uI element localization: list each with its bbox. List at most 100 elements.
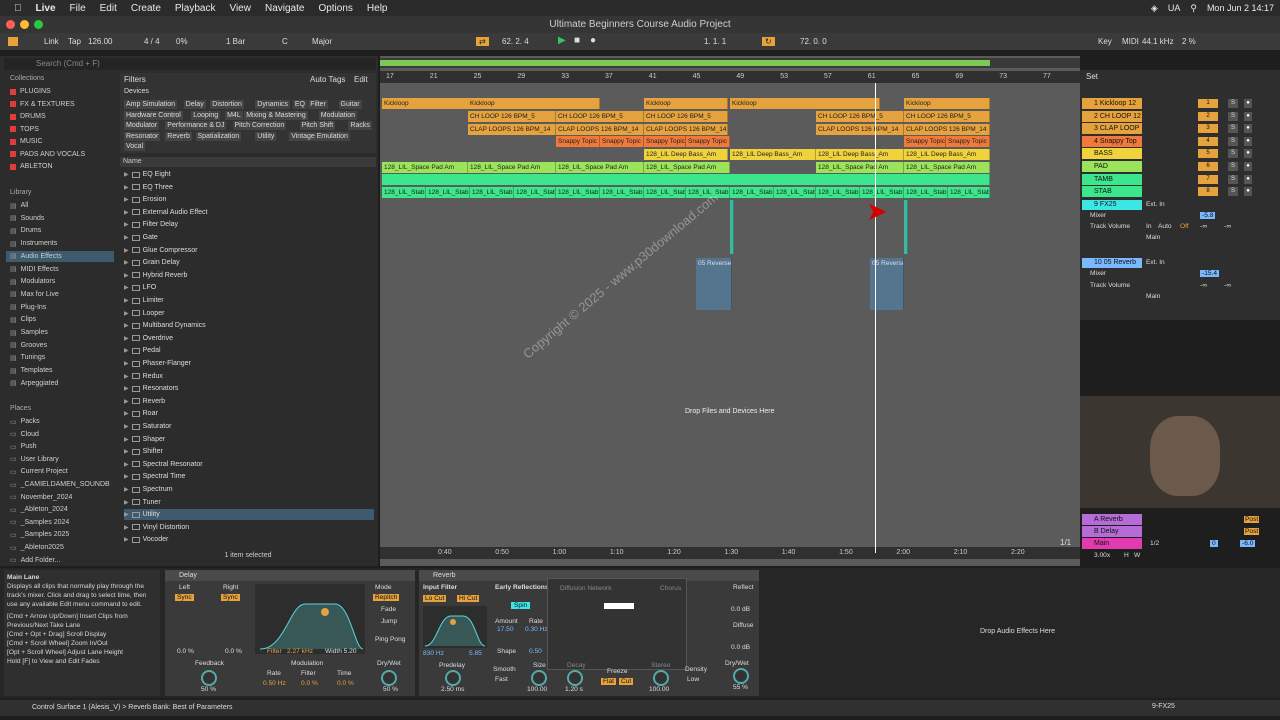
audio-clip[interactable]: 128_LIL Deep Bass_Am bbox=[644, 149, 728, 160]
solo-button[interactable]: S bbox=[1228, 99, 1238, 108]
delay-mod-filter-value[interactable]: 0.0 % bbox=[301, 680, 318, 687]
zoom-window-button[interactable] bbox=[34, 20, 43, 29]
delay-drywet-knob[interactable] bbox=[381, 670, 397, 686]
delay-sync-left[interactable]: Sync bbox=[175, 594, 194, 601]
tag-reverb[interactable]: Reverb bbox=[165, 131, 192, 141]
tag-modulation[interactable]: Modulation bbox=[318, 110, 358, 120]
device-item[interactable]: ▶ Vocoder bbox=[124, 534, 374, 545]
library-modulators[interactable]: ▤ Modulators bbox=[10, 276, 55, 287]
library-max-for-live[interactable]: ▤ Max for Live bbox=[10, 289, 59, 300]
expand-icon[interactable]: ▶ bbox=[124, 385, 129, 392]
expand-icon[interactable]: ▶ bbox=[124, 171, 129, 178]
reverb-cut[interactable]: Cut bbox=[619, 678, 634, 685]
track-header-2[interactable]: 2 CH LOOP 12 bbox=[1082, 110, 1142, 122]
audio-clip[interactable]: 128_LIL_Stab bbox=[470, 187, 514, 198]
tag-utility[interactable]: Utility bbox=[255, 131, 277, 141]
collection-0[interactable]: PLUGINS bbox=[10, 86, 51, 97]
device-item[interactable]: ▶ Phaser-Flanger bbox=[124, 358, 374, 369]
tag-spatialization[interactable]: Spatialization bbox=[195, 131, 242, 141]
filters-label[interactable]: Filters bbox=[124, 75, 146, 84]
apple-icon[interactable]:  bbox=[14, 3, 22, 14]
track-05-reverse[interactable]: 10 05 Reverb bbox=[1082, 258, 1142, 268]
key-map-button[interactable]: Key bbox=[1098, 37, 1112, 46]
device-item[interactable]: ▶ Limiter bbox=[124, 295, 374, 306]
track-header-5[interactable]: BASS bbox=[1082, 148, 1142, 160]
audio-clip[interactable]: CLAP LOOPS 126 BPM_14 bbox=[644, 124, 728, 135]
audio-clip[interactable]: 128_LIL Deep Bass_Am bbox=[730, 149, 816, 160]
fx-clip[interactable] bbox=[730, 200, 734, 254]
delay-right-offset[interactable]: 0.0 % bbox=[225, 648, 242, 655]
place-6[interactable]: ▭ November_2024 bbox=[10, 492, 72, 503]
arm-button[interactable]: ● bbox=[1244, 99, 1252, 108]
set-button[interactable]: Set bbox=[1086, 72, 1098, 81]
audio-clip[interactable]: Kickloop bbox=[382, 98, 470, 109]
in-a[interactable]: In bbox=[1146, 223, 1152, 230]
stop-button[interactable]: ■ bbox=[574, 35, 580, 46]
send-a2[interactable]: -∞ bbox=[1224, 223, 1231, 230]
minimize-window-button[interactable] bbox=[20, 20, 29, 29]
device-item[interactable]: ▶ Grain Delay bbox=[124, 257, 374, 268]
track-header-4[interactable]: 4 Snappy Top bbox=[1082, 135, 1142, 147]
tag-vocal[interactable]: Vocal bbox=[124, 142, 146, 152]
send-b[interactable]: -∞ bbox=[1200, 282, 1207, 289]
time-ruler[interactable]: 0:40 0:50 1:00 1:10 1:20 1:30 1:40 1:50 2:00 2:10… bbox=[380, 547, 1080, 559]
audio-clip[interactable] bbox=[382, 174, 990, 185]
device-item[interactable]: ▶ Pedal bbox=[124, 345, 374, 356]
arrangement-position[interactable]: 62. 2. 4 bbox=[502, 37, 529, 46]
audio-clip[interactable]: Snappy Topic bbox=[644, 136, 686, 147]
reverb-rate-value[interactable]: 0.30 Hz bbox=[525, 626, 548, 633]
device-item[interactable]: ▶ Resonators bbox=[124, 383, 374, 394]
reverb-locut[interactable]: Lo Cut bbox=[423, 595, 447, 602]
delay-repitch[interactable]: Repitch bbox=[373, 594, 400, 601]
delay-device[interactable]: Delay Left Right Sync Sync Filter 2.27 k… bbox=[165, 570, 415, 696]
device-item[interactable]: ▶ Hybrid Reverb bbox=[124, 270, 374, 281]
loop-length[interactable]: 72. 0. 0 bbox=[800, 37, 827, 46]
library-plug-ins[interactable]: ▤ Plug-Ins bbox=[10, 302, 46, 313]
library-drums[interactable]: ▤ Drums bbox=[10, 225, 41, 236]
expand-icon[interactable]: ▶ bbox=[124, 209, 129, 216]
device-item[interactable]: ▶ Reverb bbox=[124, 396, 374, 407]
expand-icon[interactable]: ▶ bbox=[124, 184, 129, 191]
tag-looping[interactable]: Looping bbox=[191, 110, 221, 120]
name-column-header[interactable]: Name bbox=[120, 157, 376, 167]
expand-icon[interactable]: ▶ bbox=[124, 272, 129, 279]
main-volume[interactable]: 0 bbox=[1210, 540, 1218, 547]
tag-delay[interactable]: Delay bbox=[183, 100, 206, 109]
reverb-stereo-knob[interactable] bbox=[653, 670, 669, 686]
library-midi-effects[interactable]: ▤ MIDI Effects bbox=[10, 264, 59, 275]
arm-button[interactable]: ● bbox=[1244, 149, 1252, 159]
reverb-shape-value[interactable]: 0.50 bbox=[529, 648, 542, 655]
audio-clip[interactable]: 128_LIL_Stab bbox=[948, 187, 990, 198]
expand-icon[interactable]: ▶ bbox=[124, 398, 129, 405]
delay-pingpong[interactable]: Ping Pong bbox=[375, 636, 405, 643]
device-item[interactable]: ▶ Spectrum bbox=[124, 484, 374, 495]
track-header-1[interactable]: 1 Kickloop 12 bbox=[1082, 98, 1142, 109]
w-button[interactable]: W bbox=[1134, 552, 1140, 559]
audio-clip[interactable]: 128_LIL_Stab bbox=[816, 187, 860, 198]
expand-icon[interactable]: ▶ bbox=[124, 297, 129, 304]
fx-clip[interactable] bbox=[904, 200, 908, 254]
audio-clip[interactable]: Snappy Topic bbox=[556, 136, 600, 147]
volume-b[interactable]: -15.4 bbox=[1200, 270, 1220, 277]
expand-icon[interactable]: ▶ bbox=[124, 259, 129, 266]
menu-file[interactable]: File bbox=[70, 3, 86, 14]
place-7[interactable]: ▭ _Ableton_2024 bbox=[10, 504, 68, 515]
return-track-2[interactable]: Main bbox=[1082, 538, 1142, 549]
place-0[interactable]: ▭ Packs bbox=[10, 416, 40, 427]
browser-toggle-icon[interactable] bbox=[8, 37, 18, 46]
delay-width[interactable]: Width 5.20 bbox=[325, 648, 357, 655]
tag-amp-simulation[interactable]: Amp Simulation bbox=[124, 100, 178, 109]
reverb-diffuse-value[interactable]: 0.0 dB bbox=[731, 644, 750, 651]
tag-pitch-correction[interactable]: Pitch Correction bbox=[232, 121, 287, 131]
solo-button[interactable]: S bbox=[1228, 111, 1238, 121]
place-10[interactable]: ▭ _Ableton2025 bbox=[10, 542, 64, 553]
reverb-predelay-knob[interactable] bbox=[445, 670, 461, 686]
expand-icon[interactable]: ▶ bbox=[124, 284, 129, 291]
place-3[interactable]: ▭ User Library bbox=[10, 454, 59, 465]
track-header-8[interactable]: STAB bbox=[1082, 186, 1142, 198]
expand-icon[interactable]: ▶ bbox=[124, 373, 129, 380]
device-item[interactable]: ▶ Saturator bbox=[124, 421, 374, 432]
expand-icon[interactable]: ▶ bbox=[124, 461, 129, 468]
solo-button[interactable]: S bbox=[1228, 136, 1238, 146]
tag-eq[interactable]: EQ bbox=[292, 100, 308, 109]
